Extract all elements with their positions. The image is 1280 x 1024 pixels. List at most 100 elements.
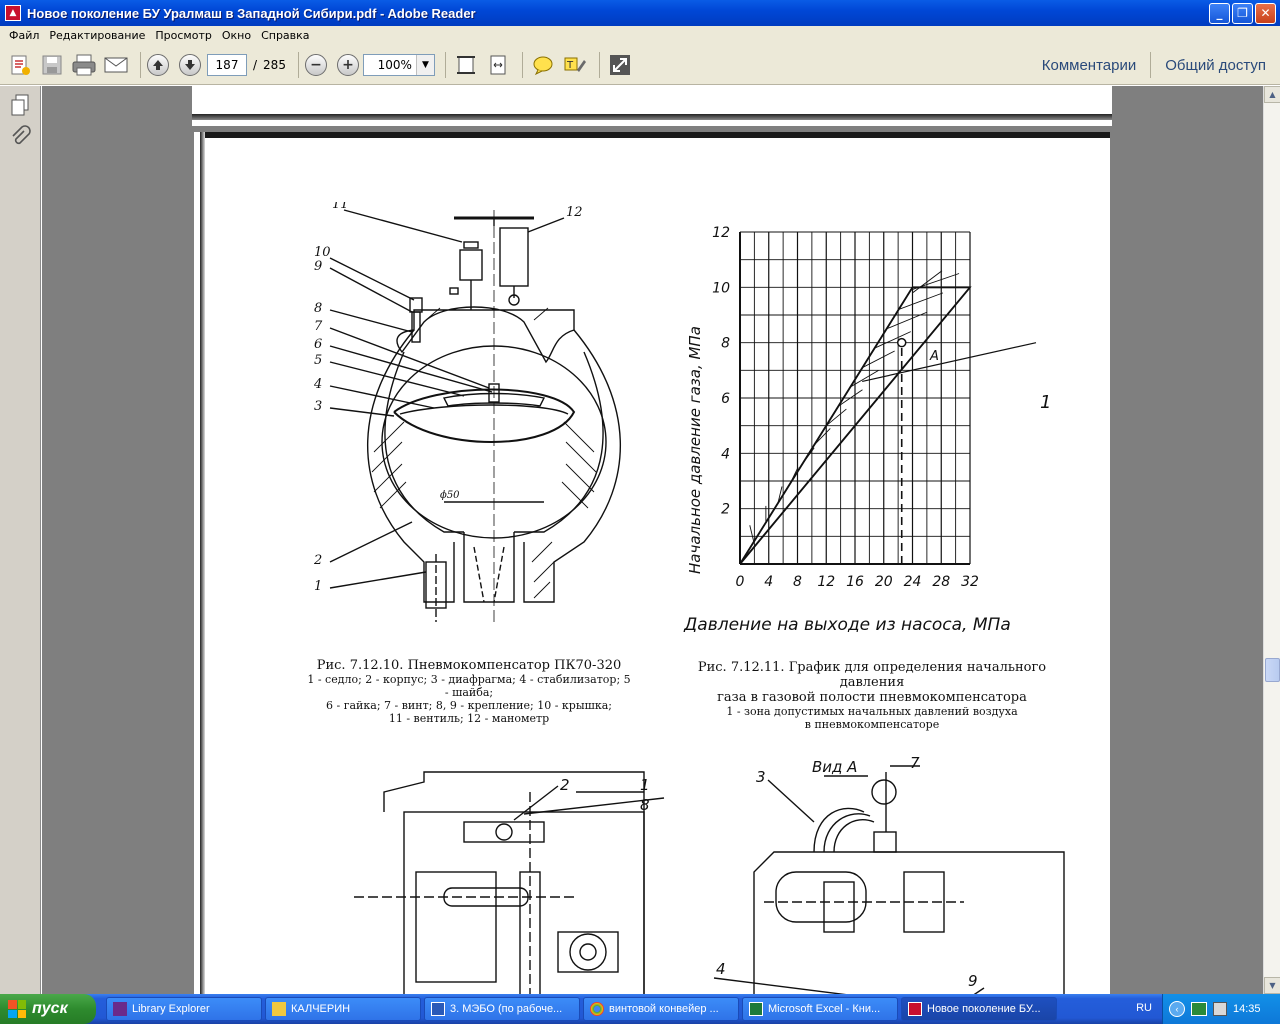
taskbar: пуск Library Explorer КАЛЧЕРИН 3. МЭБО (…	[0, 994, 1280, 1024]
window-title: Новое поколение БУ Уралмаш в Западной Си…	[27, 5, 476, 21]
chart-x-tick-label: 32	[961, 574, 979, 590]
word-icon	[431, 1002, 445, 1016]
callout-9: 9	[968, 972, 978, 990]
menu-edit[interactable]: Редактирование	[44, 29, 150, 42]
chart-x-tick-label: 20	[875, 574, 893, 590]
caption-title-1: Рис. 7.12.10. Пневмокомпенсатор ПК70-320	[316, 658, 622, 673]
chart-hatch-line	[825, 408, 847, 427]
highlight-icon[interactable]: T	[561, 51, 589, 79]
tray-expand-icon[interactable]: ‹	[1169, 1001, 1185, 1017]
callout-11: 11	[332, 202, 349, 212]
dimension-label: ϕ50	[440, 490, 460, 501]
minimize-button[interactable]: _	[1209, 3, 1230, 24]
task-word[interactable]: 3. МЭБО (по рабоче...	[424, 997, 580, 1021]
email-icon[interactable]	[102, 51, 130, 79]
print-icon[interactable]	[70, 51, 98, 79]
language-indicator[interactable]: RU	[1136, 1002, 1152, 1014]
expand-icon[interactable]	[606, 51, 634, 79]
zoom-in-button[interactable]: +	[336, 53, 359, 76]
adobe-reader-icon	[908, 1002, 922, 1016]
comment-icon[interactable]	[529, 51, 557, 79]
restore-button[interactable]: ❐	[1232, 3, 1253, 24]
svg-text:T: T	[566, 60, 574, 71]
zoom-select[interactable]: 100% ▼	[362, 53, 435, 76]
caption-line: 1 - седло; 2 - корпус; 3 - диафрагма; 4 …	[307, 673, 631, 699]
callout-1: 1	[640, 776, 650, 794]
task-label: Library Explorer	[132, 1003, 210, 1015]
chart-x-tick-label: 28	[932, 574, 950, 590]
callout-1: 1	[314, 579, 322, 594]
chart-point	[896, 337, 907, 348]
pages-panel-icon[interactable]	[7, 92, 33, 118]
page-number-input[interactable]: 187	[207, 53, 247, 76]
task-excel[interactable]: Microsoft Excel - Кни...	[742, 997, 898, 1021]
windows-logo-icon	[8, 1000, 26, 1018]
callout-3: 3	[756, 768, 766, 786]
chart-y-tick-label: 8	[721, 336, 730, 352]
scroll-down-button[interactable]: ▼	[1264, 977, 1280, 994]
page-separator: /	[253, 57, 258, 72]
task-label: Microsoft Excel - Кни...	[768, 1003, 881, 1015]
pressure-chart: 0 4 8 12 16 20 24 28 3224681012 Начальное давлен…	[683, 225, 1051, 632]
document-area[interactable]: 11 12 10 9 8 7 6 5 4 3 2 1 ϕ50 Рис. 7.12…	[42, 86, 1263, 994]
close-button[interactable]: ✕	[1255, 3, 1276, 24]
callout-12: 12	[566, 205, 583, 220]
menu-window[interactable]: Окно	[217, 29, 256, 42]
chart-x-tick-label: 24	[904, 574, 922, 590]
task-library-explorer[interactable]: Library Explorer	[106, 997, 262, 1021]
toolbar-separator	[297, 51, 299, 78]
navigation-pane	[0, 86, 41, 994]
toolbar-separator	[521, 51, 523, 78]
fit-page-icon[interactable]	[452, 51, 480, 79]
menu-help[interactable]: Справка	[256, 29, 314, 42]
task-label: 3. МЭБО (по рабоче...	[450, 1003, 563, 1015]
chart-hatch-line	[898, 292, 944, 310]
callout-8: 8	[640, 796, 650, 814]
chevron-down-icon[interactable]: ▼	[415, 54, 434, 75]
task-folder[interactable]: КАЛЧЕРИН	[265, 997, 421, 1021]
next-page-button[interactable]	[179, 53, 201, 76]
network-icon[interactable]	[1191, 1002, 1207, 1016]
menu-file[interactable]: Файл	[4, 29, 44, 42]
callout-6: 6	[314, 337, 322, 352]
callout-2: 2	[560, 776, 570, 794]
attachments-icon[interactable]	[7, 124, 33, 150]
tray-icon[interactable]	[1213, 1002, 1227, 1016]
view-label: Вид А	[812, 758, 857, 776]
callout-8: 8	[314, 301, 322, 316]
share-button[interactable]: Общий доступ	[1165, 57, 1266, 74]
task-adobe-reader[interactable]: Новое поколение БУ...	[901, 997, 1057, 1021]
menu-view[interactable]: Просмотр	[150, 29, 216, 42]
folder-icon	[272, 1002, 286, 1016]
fit-width-icon[interactable]	[484, 51, 512, 79]
scroll-up-button[interactable]: ▲	[1264, 86, 1280, 103]
callout-4: 4	[314, 377, 322, 392]
task-chrome[interactable]: винтовой конвейер ...	[583, 997, 739, 1021]
task-label: КАЛЧЕРИН	[291, 1003, 351, 1015]
chart-y-tick-label: 10	[712, 280, 730, 296]
scroll-thumb[interactable]	[1265, 658, 1280, 682]
vertical-scrollbar[interactable]: ▲ ▼	[1263, 86, 1280, 994]
adobe-reader-icon: ▲	[5, 5, 21, 21]
chart-y-axis-label: Начальное давление газа, МПа	[686, 326, 704, 574]
toolbar-separator	[598, 51, 600, 78]
create-pdf-icon[interactable]	[6, 51, 34, 79]
system-tray: ‹ 14:35	[1162, 994, 1280, 1024]
start-button[interactable]: пуск	[0, 994, 96, 1024]
caption-line: 11 - вентиль; 12 - манометр	[388, 712, 550, 725]
toolbar-separator	[140, 51, 141, 78]
chart-y-tick-label: 4	[721, 446, 730, 462]
previous-page-edge	[192, 86, 1112, 126]
comments-button[interactable]: Комментарии	[1042, 57, 1136, 74]
pump-drawing: 2 1 8 3 7 4 9 Вид А	[354, 754, 1065, 994]
task-label: винтовой конвейер ...	[609, 1003, 719, 1015]
chart-marker-A: A	[929, 349, 939, 364]
compensator-drawing: 11 12 10 9 8 7 6 5 4 3 2 1 ϕ50	[314, 202, 621, 622]
library-icon	[113, 1002, 127, 1016]
chart-x-tick-label: 0	[736, 574, 745, 590]
chart-x-tick-label: 16	[846, 574, 864, 590]
zoom-out-button[interactable]: −	[304, 53, 327, 76]
caption-line: 6 - гайка; 7 - винт; 8, 9 - крепление; 1…	[326, 699, 612, 712]
save-icon[interactable]	[38, 51, 66, 79]
previous-page-button[interactable]	[147, 53, 169, 76]
